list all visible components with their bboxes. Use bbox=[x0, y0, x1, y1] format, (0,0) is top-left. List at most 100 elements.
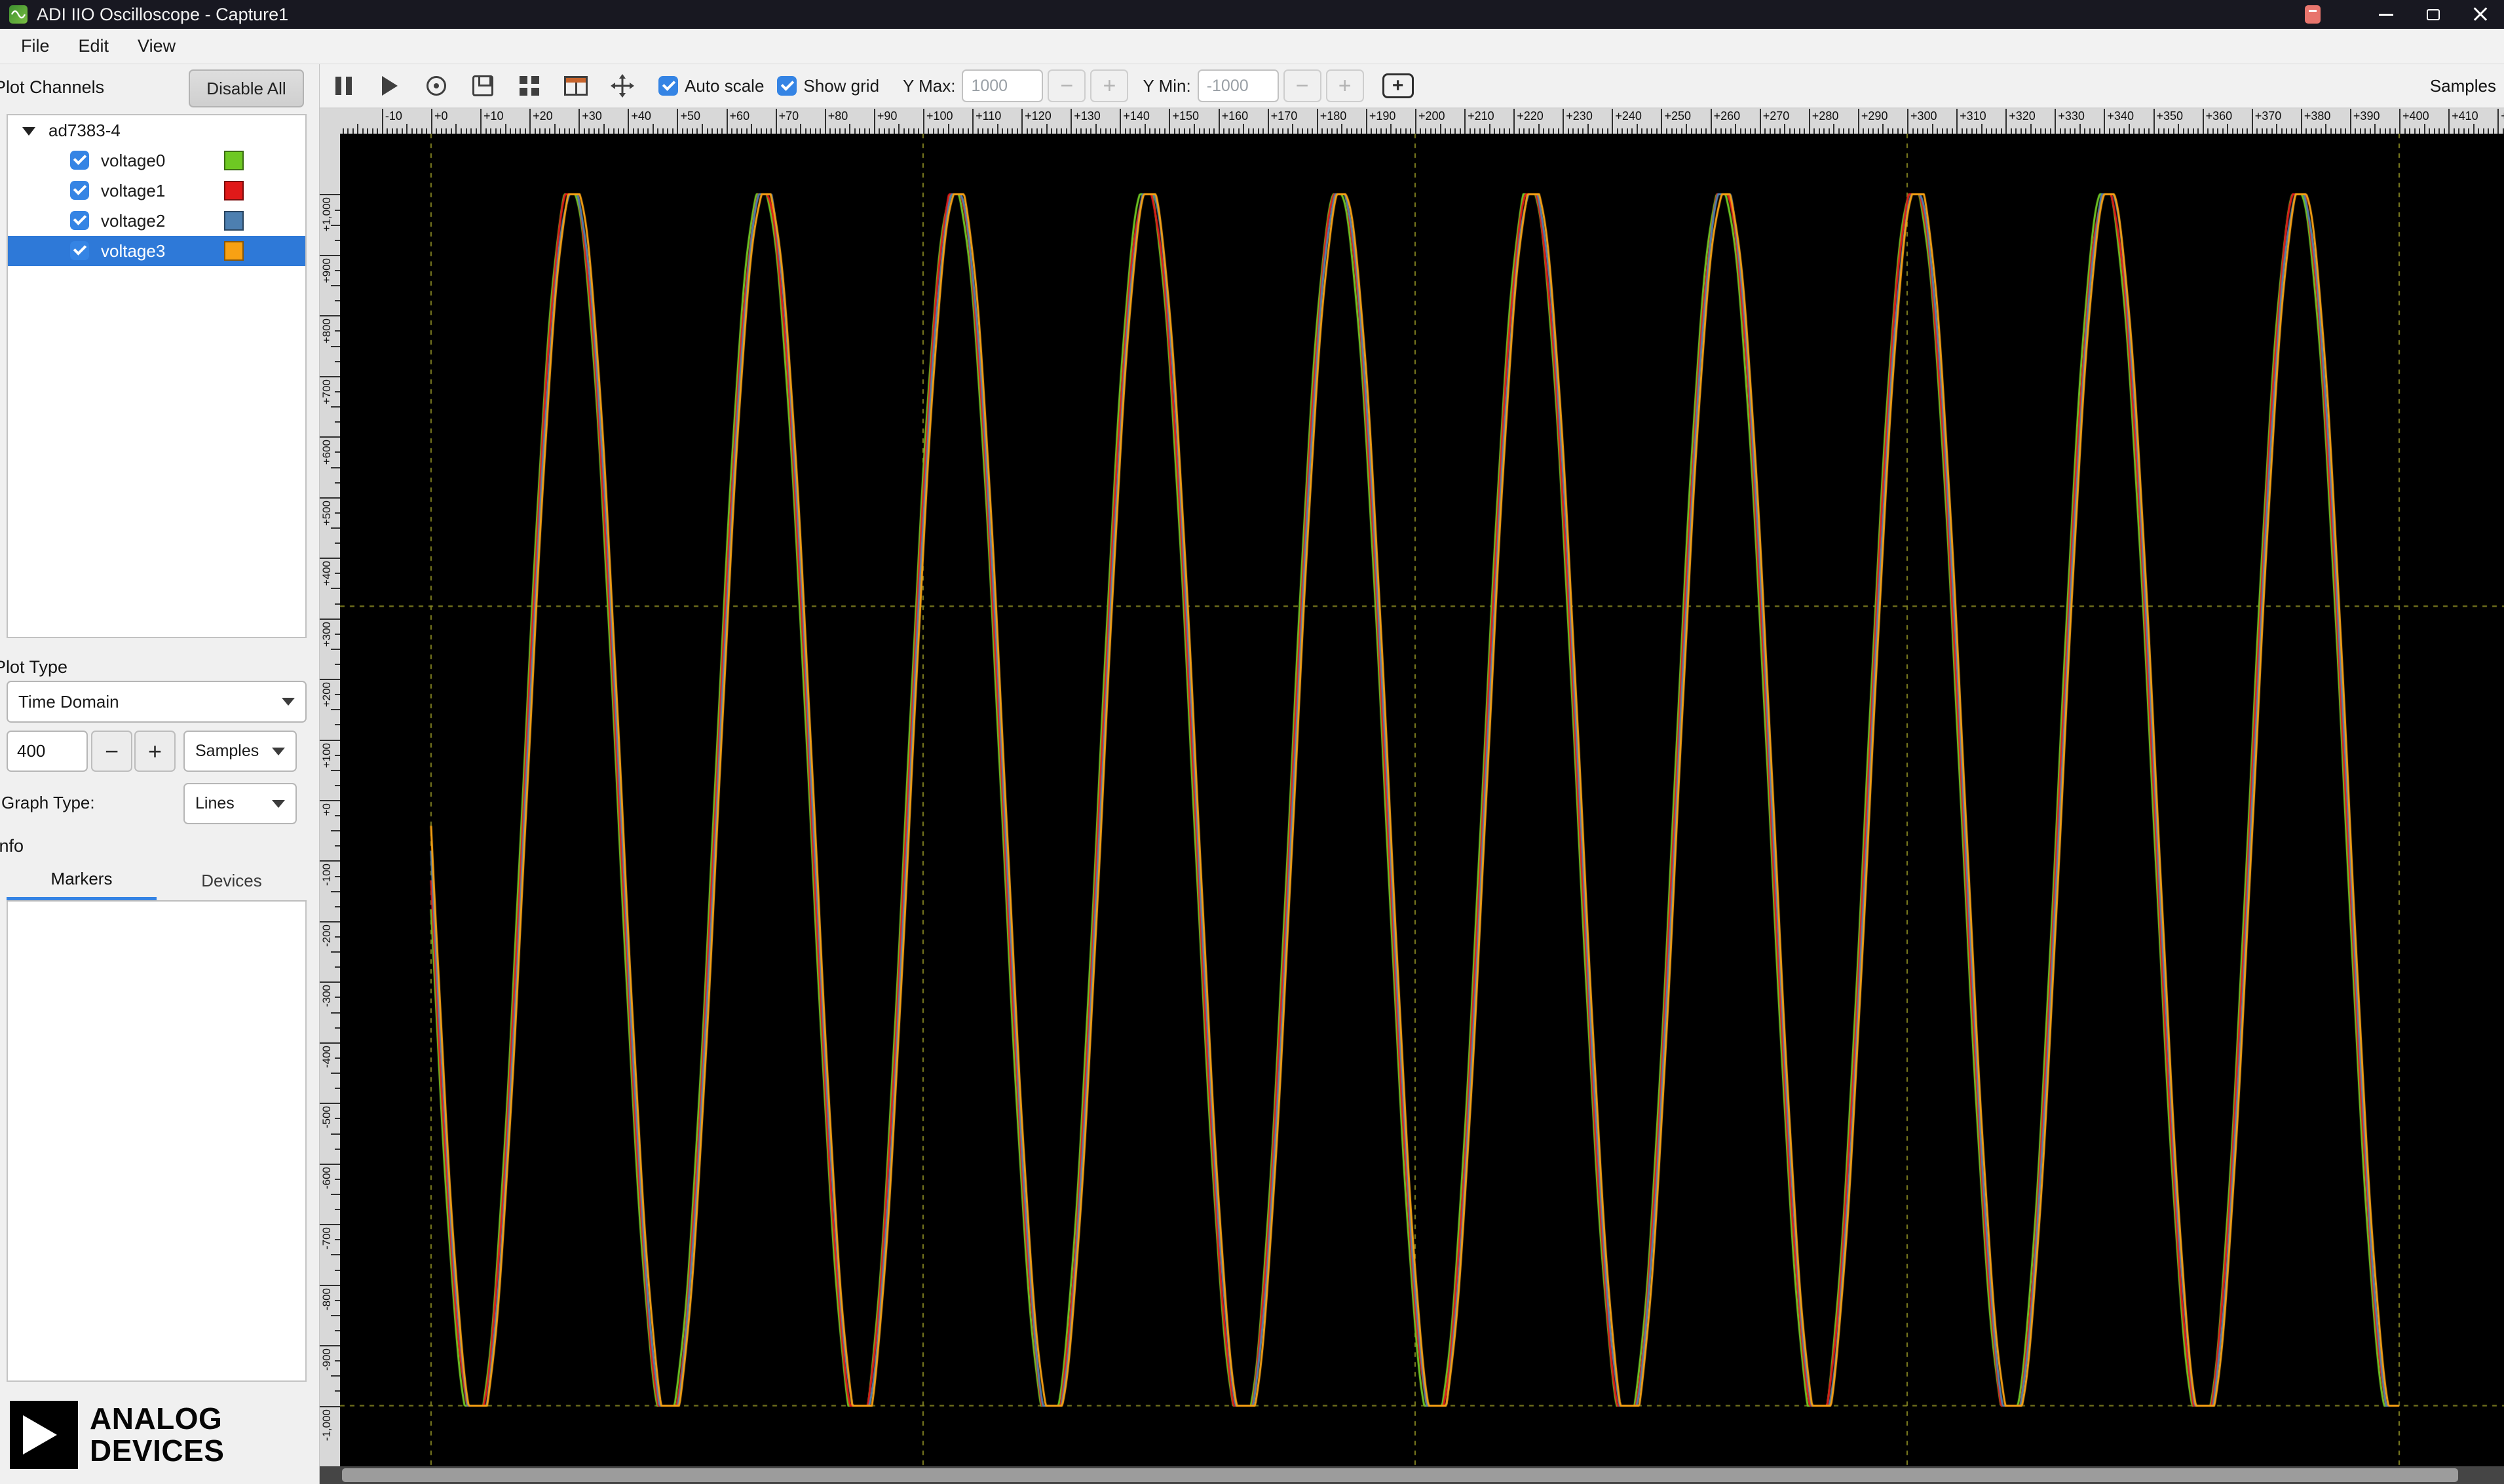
save-button[interactable] bbox=[462, 67, 504, 105]
ruler-tick bbox=[2320, 128, 2322, 134]
ruler-tick bbox=[2064, 128, 2066, 134]
channel-color-swatch[interactable] bbox=[224, 181, 244, 200]
maximize-button[interactable] bbox=[2410, 0, 2457, 29]
ruler-tick bbox=[805, 128, 806, 134]
tab-markers[interactable]: Markers bbox=[7, 861, 157, 900]
ruler-tick bbox=[320, 739, 340, 741]
ruler-tick bbox=[908, 128, 910, 134]
ruler-tick bbox=[320, 860, 340, 862]
ruler-tick-label: +310 bbox=[1960, 109, 1986, 123]
graph-type-label: Graph Type: bbox=[1, 793, 95, 812]
menu-item-file[interactable]: File bbox=[7, 29, 64, 64]
ruler-tick bbox=[1085, 128, 1087, 134]
ruler-tick bbox=[1730, 128, 1732, 134]
device-row[interactable]: ad7383-4 bbox=[8, 115, 305, 145]
ruler-tick bbox=[1233, 128, 1235, 134]
ruler-tick bbox=[622, 128, 624, 134]
ruler-tick bbox=[883, 128, 885, 134]
close-button[interactable] bbox=[2457, 0, 2504, 29]
move-button[interactable] bbox=[601, 67, 643, 105]
analog-devices-logo: ANALOG DEVICES bbox=[10, 1401, 224, 1469]
menu-item-view[interactable]: View bbox=[123, 29, 190, 64]
ruler-tick-label: +410 bbox=[2452, 109, 2478, 123]
y-max-decrement-button[interactable]: − bbox=[1048, 69, 1086, 102]
ruler-tick bbox=[421, 128, 423, 134]
minimize-button[interactable] bbox=[2362, 0, 2410, 29]
graph-type-dropdown[interactable]: Lines bbox=[183, 783, 297, 824]
channel-row-voltage2[interactable]: voltage2 bbox=[8, 206, 305, 236]
y-min-input[interactable] bbox=[1197, 69, 1279, 102]
ruler-tick bbox=[1715, 128, 1717, 134]
ruler-tick bbox=[1055, 128, 1057, 134]
channel-row-voltage3[interactable]: voltage3 bbox=[8, 236, 305, 266]
ruler-tick bbox=[1582, 128, 1584, 134]
plot-type-dropdown[interactable]: Time Domain bbox=[7, 681, 307, 723]
ruler-tick bbox=[1971, 128, 1973, 134]
disable-all-button[interactable]: Disable All bbox=[189, 69, 304, 107]
ruler-tick-label: -600 bbox=[320, 1166, 333, 1189]
channel-checkbox[interactable] bbox=[70, 181, 89, 200]
ruler-tick bbox=[320, 1284, 340, 1286]
expander-icon[interactable] bbox=[22, 127, 35, 136]
play-button[interactable] bbox=[369, 67, 411, 105]
ruler-tick bbox=[800, 124, 802, 134]
ruler-tick bbox=[1705, 128, 1707, 134]
ruler-tick bbox=[898, 124, 900, 134]
tab-devices[interactable]: Devices bbox=[157, 861, 307, 900]
ruler-tick bbox=[2349, 109, 2351, 134]
ruler-tick bbox=[1587, 124, 1589, 134]
sample-unit-dropdown[interactable]: Samples bbox=[183, 731, 297, 772]
channel-color-swatch[interactable] bbox=[224, 151, 244, 170]
ruler-tick bbox=[579, 109, 580, 134]
ruler-tick bbox=[893, 128, 895, 134]
ruler-tick bbox=[331, 285, 340, 287]
ruler-tick bbox=[335, 603, 340, 605]
ruler-tick bbox=[357, 124, 359, 134]
sample-count-increment-button[interactable]: + bbox=[134, 731, 176, 772]
ruler-tick bbox=[320, 921, 340, 923]
sample-count-input[interactable] bbox=[7, 731, 88, 772]
ruler-tick bbox=[1735, 124, 1737, 134]
ruler-tick bbox=[2059, 128, 2061, 134]
channel-row-voltage1[interactable]: voltage1 bbox=[8, 176, 305, 206]
ruler-tick bbox=[736, 128, 738, 134]
channel-color-swatch[interactable] bbox=[224, 241, 244, 261]
horizontal-scrollbar[interactable] bbox=[320, 1466, 2504, 1484]
ruler-tick bbox=[780, 128, 782, 134]
channel-checkbox[interactable] bbox=[70, 151, 89, 170]
pause-button[interactable] bbox=[322, 67, 364, 105]
channel-checkbox[interactable] bbox=[70, 211, 89, 230]
channel-row-voltage0[interactable]: voltage0 bbox=[8, 145, 305, 176]
channel-color-swatch[interactable] bbox=[224, 211, 244, 231]
info-label: Info bbox=[0, 836, 24, 856]
y-min-increment-button[interactable]: + bbox=[1325, 69, 1364, 102]
auto-scale-checkbox[interactable] bbox=[658, 76, 678, 96]
ruler-tick bbox=[1439, 124, 1441, 134]
menu-item-edit[interactable]: Edit bbox=[64, 29, 124, 64]
ruler-tick bbox=[1253, 128, 1255, 134]
ruler-tick bbox=[1616, 128, 1618, 134]
y-max-input[interactable] bbox=[962, 69, 1044, 102]
ruler-tick bbox=[677, 109, 679, 134]
grid-view-button[interactable] bbox=[508, 67, 550, 105]
y-min-decrement-button[interactable]: − bbox=[1283, 69, 1321, 102]
show-grid-checkbox[interactable] bbox=[777, 76, 797, 96]
scrollbar-thumb[interactable] bbox=[342, 1468, 2458, 1482]
ruler-tick bbox=[1897, 128, 1899, 134]
new-plot-button[interactable]: + bbox=[1382, 73, 1414, 98]
snapshot-button[interactable] bbox=[415, 67, 457, 105]
ruler-tick bbox=[2409, 128, 2411, 134]
plot-properties-button[interactable] bbox=[555, 67, 597, 105]
plot-type-label: Plot Type bbox=[0, 657, 68, 677]
ruler-tick bbox=[1208, 128, 1210, 134]
ruler-tick bbox=[2030, 124, 2032, 134]
ruler-tick bbox=[588, 128, 590, 134]
waveform-plot-canvas[interactable] bbox=[340, 134, 2504, 1466]
titlebar-alert-icon[interactable] bbox=[2305, 5, 2321, 24]
sample-count-decrement-button[interactable]: − bbox=[91, 731, 132, 772]
ruler-tick bbox=[2335, 128, 2337, 134]
ruler-tick bbox=[2153, 109, 2155, 134]
y-max-increment-button[interactable]: + bbox=[1090, 69, 1129, 102]
channel-checkbox[interactable] bbox=[70, 241, 89, 260]
ruler-tick bbox=[1798, 128, 1800, 134]
